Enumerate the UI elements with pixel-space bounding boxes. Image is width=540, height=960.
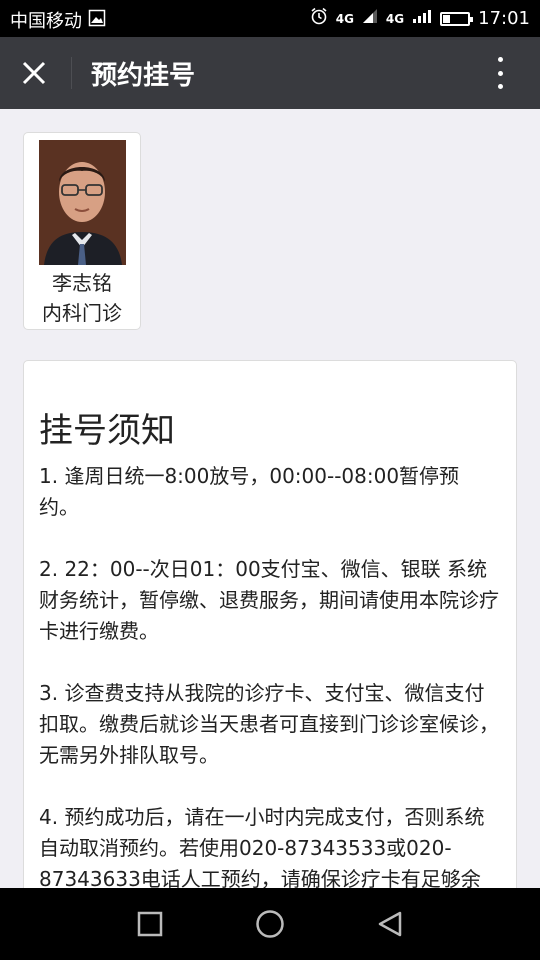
notice-item: 2. 22：00--次日01：00支付宝、微信、银联 系统财务统计，暂停缴、退费…	[39, 557, 499, 643]
close-icon	[22, 61, 46, 85]
page-content: 李志铭 内科门诊 挂号须知 1. 逢周日统一8:00放号，00:00--08:0…	[0, 109, 540, 888]
alarm-icon	[310, 7, 328, 30]
registration-notice-card: 挂号须知 1. 逢周日统一8:00放号，00:00--08:00暂停预约。 2.…	[23, 360, 517, 888]
signal-icon-secondary	[412, 8, 432, 29]
page-title: 预约挂号	[91, 61, 196, 91]
doctor-card[interactable]: 李志铭 内科门诊	[23, 132, 141, 330]
system-navigation-bar	[0, 888, 540, 960]
notice-list: 1. 逢周日统一8:00放号，00:00--08:00暂停预约。 2. 22：0…	[39, 461, 499, 888]
image-notification-icon	[88, 9, 106, 32]
recent-apps-button[interactable]	[134, 908, 166, 940]
status-left: 中国移动	[10, 7, 106, 33]
status-bar: 中国移动 4G 4G 17:01	[0, 0, 540, 37]
clock-time: 17:01	[478, 8, 530, 29]
network-type-primary: 4G	[335, 11, 354, 26]
more-dot-icon	[497, 70, 503, 76]
header-divider	[71, 57, 72, 89]
doctor-photo	[39, 140, 126, 265]
more-button[interactable]	[490, 57, 510, 89]
doctor-name: 李志铭	[52, 271, 112, 295]
network-type-secondary: 4G	[385, 11, 405, 26]
square-icon	[137, 911, 163, 937]
notice-item: 3. 诊查费支持从我院的诊疗卡、支付宝、微信支付扣取。缴费后就诊当天患者可直接到…	[39, 681, 499, 767]
signal-icon-primary	[362, 8, 378, 29]
close-button[interactable]	[14, 53, 54, 93]
doctor-department: 内科门诊	[42, 301, 122, 325]
back-button[interactable]	[374, 908, 406, 940]
battery-level	[443, 14, 451, 23]
notice-item: 1. 逢周日统一8:00放号，00:00--08:00暂停预约。	[39, 464, 460, 519]
header-bar: 预约挂号	[0, 37, 540, 109]
home-button[interactable]	[254, 908, 286, 940]
more-dot-icon	[497, 57, 503, 62]
carrier-label: 中国移动	[10, 11, 82, 32]
more-dot-icon	[497, 84, 503, 89]
notice-item: 4. 预约成功后，请在一小时内完成支付，否则系统自动取消预约。若使用020-87…	[39, 805, 485, 888]
status-right: 4G 4G 17:01	[310, 7, 530, 30]
notice-title: 挂号须知	[39, 411, 175, 451]
triangle-back-icon	[378, 911, 402, 937]
circle-icon	[256, 910, 284, 938]
battery-icon	[440, 11, 474, 26]
